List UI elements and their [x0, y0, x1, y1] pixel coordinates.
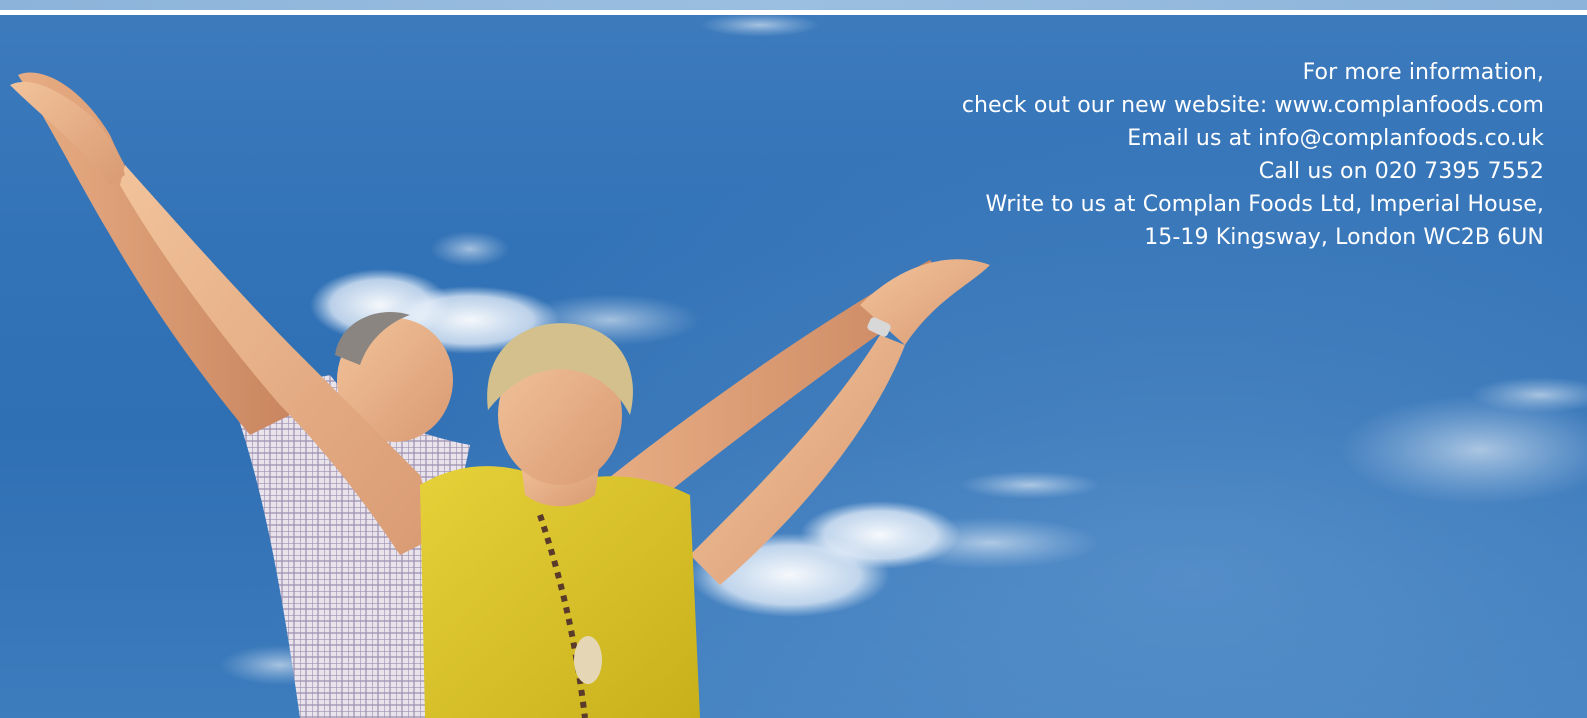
top-color-band — [0, 0, 1587, 10]
contact-line-address-2: 15-19 Kingsway, London WC2B 6UN — [1144, 225, 1544, 250]
brochure-back-cover: For more information, check out our new … — [0, 0, 1587, 718]
contact-line-website: check out our new website: www.complanfo… — [961, 93, 1544, 118]
contact-line-intro: For more information, — [1302, 60, 1544, 85]
contact-line-address-1: Write to us at Complan Foods Ltd, Imperi… — [985, 192, 1544, 217]
contact-line-email: Email us at info@complanfoods.co.uk — [1127, 126, 1544, 151]
contact-information-block: For more information, check out our new … — [784, 56, 1544, 254]
contact-line-phone: Call us on 020 7395 7552 — [1258, 159, 1544, 184]
